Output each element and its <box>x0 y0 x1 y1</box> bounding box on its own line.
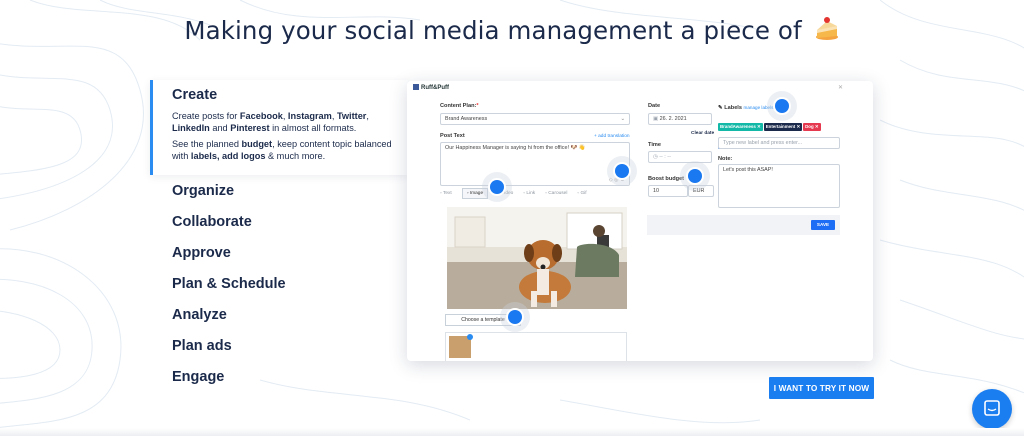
tab-link[interactable]: ▫ Link <box>523 191 535 196</box>
label-tag[interactable]: BrandAwareness ✕ <box>718 123 763 131</box>
save-button[interactable]: SAVE <box>811 220 835 230</box>
post-text-label: Post Text <box>440 133 465 139</box>
feature-create-description: Create posts for Facebook, Instagram, Tw… <box>172 111 369 133</box>
label-input[interactable]: Type new label and press enter... <box>718 137 840 149</box>
clear-date-link[interactable]: Clear date <box>691 131 714 136</box>
media-thumbnail[interactable] <box>449 334 473 358</box>
app-preview: Ruff&Puff ✕ Content Plan:* Brand Awarene… <box>407 81 873 361</box>
feature-item-organize[interactable]: Organize <box>150 176 408 207</box>
feature-create-card[interactable]: Create Create posts for Facebook, Instag… <box>150 80 408 176</box>
note-textarea[interactable]: Let's post this ASAP! <box>718 164 840 208</box>
chat-bubble-icon[interactable] <box>972 389 1012 429</box>
feature-item-analyze[interactable]: Analyze <box>150 300 408 331</box>
feature-item-plan-schedule[interactable]: Plan & Schedule <box>150 269 408 300</box>
hotspot-template[interactable] <box>500 302 530 332</box>
dog-photo <box>447 207 627 309</box>
bottom-fade <box>0 428 1024 436</box>
feature-items: Organize Collaborate Approve Plan & Schedul… <box>150 176 408 393</box>
close-icon[interactable]: ✕ <box>838 84 843 91</box>
content-plan-select[interactable]: Brand Awareness ⌄ <box>440 113 630 125</box>
feature-item-plan-ads[interactable]: Plan ads <box>150 331 408 362</box>
post-text-input[interactable]: Our Happiness Manager is saying hi from … <box>440 142 630 186</box>
tab-gif[interactable]: ▫ Gif <box>577 191 586 196</box>
tab-text[interactable]: ▫ Text <box>440 191 452 196</box>
time-label: Time <box>648 142 661 148</box>
app-brand: Ruff&Puff <box>421 85 449 91</box>
time-input[interactable]: ◷ -- : -- <box>648 151 712 163</box>
content-plan-label: Content Plan:* <box>440 103 479 109</box>
headline: Making your social media management a pi… <box>0 16 1024 45</box>
add-translation-link[interactable]: + add translation <box>594 134 630 139</box>
label-tag[interactable]: Dog ✕ <box>803 123 821 131</box>
hotspot-post-type[interactable] <box>482 172 512 202</box>
feature-item-collaborate[interactable]: Collaborate <box>150 207 408 238</box>
labels-label: ✎ Labels manage labels <box>718 105 774 111</box>
note-label: Note: <box>718 156 733 162</box>
headline-text: Making your social media management a pi… <box>184 16 802 45</box>
hotspot-boost-budget[interactable] <box>680 161 710 191</box>
date-input[interactable]: ▣ 26. 2. 2021 <box>648 113 712 125</box>
media-thumbnails <box>445 332 627 361</box>
try-it-now-button[interactable]: I WANT TO TRY IT NOW <box>769 377 874 399</box>
check-icon <box>467 334 473 340</box>
app-header: Ruff&Puff <box>407 81 873 93</box>
boost-budget-label: Boost budget <box>648 176 685 182</box>
cake-icon <box>815 17 838 40</box>
feature-item-engage[interactable]: Engage <box>150 362 408 393</box>
facebook-icon <box>413 84 419 90</box>
boost-budget-input[interactable]: 10 <box>648 185 688 197</box>
date-label: Date <box>648 103 661 109</box>
feature-item-approve[interactable]: Approve <box>150 238 408 269</box>
tab-carousel[interactable]: ▫ Carousel <box>545 191 567 196</box>
feature-list: Create Create posts for Facebook, Instag… <box>150 80 408 393</box>
hotspot-post-text[interactable] <box>607 156 637 186</box>
hotspot-labels[interactable] <box>767 91 797 121</box>
calendar-icon: ▣ <box>653 116 660 122</box>
feature-create-title: Create <box>172 87 218 103</box>
feature-create-details: See the planned budget, keep content top… <box>172 139 392 161</box>
label-tag[interactable]: Entertainment ✕ <box>763 123 803 131</box>
post-type-tabs: ▫ Text ▫ Image ▫ Video ▫ Link ▫ Carousel ▫ Gi… <box>440 188 597 199</box>
